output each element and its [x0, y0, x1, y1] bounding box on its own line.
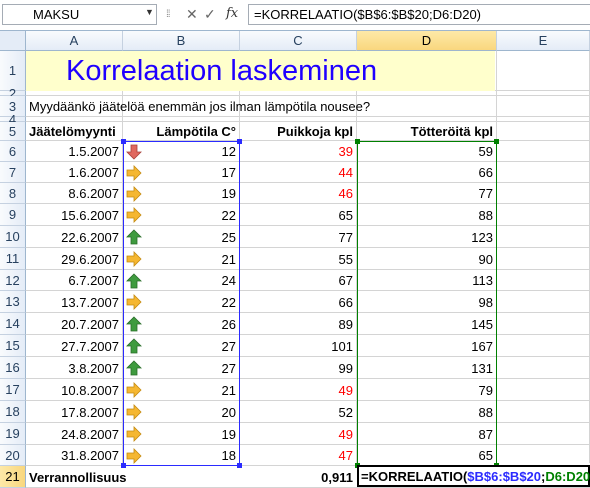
date-cell[interactable]: 1.6.2007 — [26, 162, 123, 183]
row-header-11[interactable]: 11 — [0, 248, 26, 270]
header-ice-cream-sales[interactable]: Jäätelömyynti — [26, 122, 123, 141]
result-value[interactable]: 0,911 — [240, 466, 357, 488]
date-cell[interactable]: 22.6.2007 — [26, 226, 123, 248]
blue-range-resize-handle[interactable] — [237, 463, 242, 468]
date-cell[interactable]: 15.6.2007 — [26, 204, 123, 226]
row-header-9[interactable]: 9 — [0, 204, 26, 226]
header-sticks[interactable]: Puikkoja kpl — [240, 122, 357, 141]
worksheet-grid[interactable]: Korrelaation laskeminen Myydäänkö jäätelö… — [26, 51, 590, 488]
date-cell[interactable]: 27.7.2007 — [26, 335, 123, 357]
sticks-cell[interactable]: 77 — [240, 226, 357, 248]
formula-bar: MAKSU ▼ ⁞⁞ ✕ ✓ fx =KORRELAATIO($B$6:$B$2… — [0, 0, 590, 31]
name-box-dropdown-icon[interactable]: ▼ — [145, 7, 154, 17]
green-range-resize-handle[interactable] — [494, 139, 499, 144]
row-header-13[interactable]: 13 — [0, 291, 26, 313]
row-header-5[interactable]: 5 — [0, 122, 26, 141]
date-cell[interactable]: 8.6.2007 — [26, 183, 123, 204]
range-highlight-green — [357, 141, 497, 466]
row-header-6[interactable]: 6 — [0, 141, 26, 162]
row-header-8[interactable]: 8 — [0, 183, 26, 204]
sticks-cell[interactable]: 65 — [240, 204, 357, 226]
name-box[interactable]: MAKSU — [2, 4, 157, 25]
row-header-19[interactable]: 19 — [0, 423, 26, 445]
blue-range-resize-handle[interactable] — [121, 463, 126, 468]
row-header-15[interactable]: 15 — [0, 335, 26, 357]
sticks-cell[interactable]: 99 — [240, 357, 357, 379]
editing-cell-d21[interactable]: =KORRELAATIO($B$6:$B$20;D6:D20) — [357, 465, 590, 487]
date-cell[interactable]: 13.7.2007 — [26, 291, 123, 313]
header-temperature[interactable]: Lämpötila C° — [123, 122, 240, 141]
range-highlight-blue — [123, 141, 240, 466]
insert-function-icon[interactable]: fx — [226, 6, 238, 22]
sticks-cell[interactable]: 55 — [240, 248, 357, 270]
blue-range-resize-handle[interactable] — [121, 139, 126, 144]
date-cell[interactable]: 20.7.2007 — [26, 313, 123, 335]
sticks-cell[interactable]: 44 — [240, 162, 357, 183]
sticks-cell[interactable]: 67 — [240, 270, 357, 291]
formula-prefix: =KORRELAATIO( — [361, 468, 468, 484]
header-cones[interactable]: Tötteröitä kpl — [357, 122, 497, 141]
column-header-a[interactable]: A — [26, 31, 123, 51]
date-cell[interactable]: 10.8.2007 — [26, 379, 123, 401]
row-header-21[interactable]: 21 — [0, 466, 26, 488]
sticks-cell[interactable]: 49 — [240, 423, 357, 445]
date-cell[interactable]: 29.6.2007 — [26, 248, 123, 270]
sticks-cell[interactable]: 52 — [240, 401, 357, 423]
column-header-b[interactable]: B — [123, 31, 240, 51]
date-cell[interactable]: 17.8.2007 — [26, 401, 123, 423]
row-header-12[interactable]: 12 — [0, 270, 26, 291]
formula-input[interactable]: =KORRELAATIO($B$6:$B$20;D6:D20) — [248, 4, 590, 25]
enter-icon[interactable]: ✓ — [204, 6, 216, 22]
row-header-14[interactable]: 14 — [0, 313, 26, 335]
result-label[interactable]: Verrannollisuus — [26, 466, 127, 488]
sheet-title: Korrelaation laskeminen — [66, 55, 378, 87]
column-header-c[interactable]: C — [240, 31, 357, 51]
question-cell[interactable]: Myydäänkö jäätelöä enemmän jos ilman läm… — [26, 96, 586, 117]
cancel-icon[interactable]: ✕ — [186, 6, 198, 22]
sticks-cell[interactable]: 39 — [240, 141, 357, 162]
formula-range-d: D6:D20 — [545, 468, 590, 484]
sticks-cell[interactable]: 101 — [240, 335, 357, 357]
sticks-cell[interactable]: 89 — [240, 313, 357, 335]
date-cell[interactable]: 1.5.2007 — [26, 141, 123, 162]
select-all-corner[interactable] — [0, 31, 26, 51]
sticks-cell[interactable]: 46 — [240, 183, 357, 204]
blue-range-resize-handle[interactable] — [237, 139, 242, 144]
column-header-d[interactable]: D — [357, 31, 497, 51]
green-range-resize-handle[interactable] — [355, 139, 360, 144]
row-header-7[interactable]: 7 — [0, 162, 26, 183]
sticks-cell[interactable]: 49 — [240, 379, 357, 401]
row-header-17[interactable]: 17 — [0, 379, 26, 401]
column-header-e[interactable]: E — [497, 31, 590, 51]
date-cell[interactable]: 3.8.2007 — [26, 357, 123, 379]
formula-range-b: $B$6:$B$20 — [467, 468, 542, 484]
row-header-10[interactable]: 10 — [0, 226, 26, 248]
date-cell[interactable]: 6.7.2007 — [26, 270, 123, 291]
row-header-16[interactable]: 16 — [0, 357, 26, 379]
row-header-18[interactable]: 18 — [0, 401, 26, 423]
sticks-cell[interactable]: 66 — [240, 291, 357, 313]
date-cell[interactable]: 24.8.2007 — [26, 423, 123, 445]
formula-bar-resize-icon[interactable]: ⁞⁞ — [166, 7, 170, 23]
